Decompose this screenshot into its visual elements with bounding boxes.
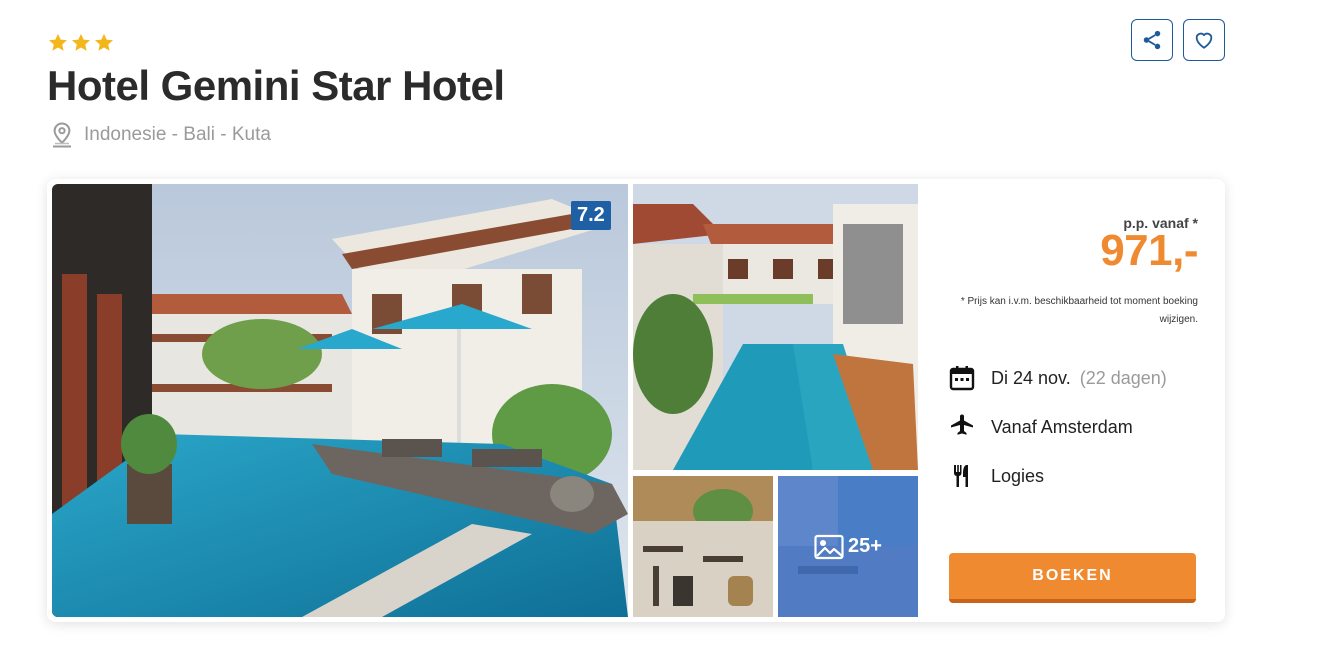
calendar-icon	[949, 365, 975, 391]
review-score-badge: 7.2	[571, 201, 611, 230]
cutlery-icon	[949, 463, 975, 489]
hotel-card: 7.2 25+ p.p. vanaf * 971,- * Prijs kan i…	[47, 179, 1225, 622]
location: Indonesie - Bali - Kuta	[50, 122, 271, 148]
departure-airport-row: Vanaf Amsterdam	[949, 414, 1133, 440]
location-text: Indonesie - Bali - Kuta	[84, 124, 271, 145]
trip-duration: (22 dagen)	[1079, 367, 1167, 388]
hotel-restaurant-photo[interactable]	[633, 476, 773, 617]
board-type-row: Logies	[949, 463, 1044, 489]
hotel-pool-photo[interactable]	[633, 184, 918, 470]
price-amount: 971,-	[1100, 226, 1198, 275]
star-icon	[93, 32, 115, 54]
hotel-main-photo[interactable]	[52, 184, 628, 617]
star-rating	[47, 32, 115, 54]
more-photos-count: 25+	[848, 535, 882, 557]
map-pin-icon	[50, 122, 74, 148]
departure-date: Di 24 nov.	[991, 367, 1071, 388]
favorite-button[interactable]	[1183, 19, 1225, 61]
share-icon	[1141, 29, 1163, 51]
departure-date-row: Di 24 nov. (22 dagen)	[949, 365, 1167, 391]
star-icon	[70, 32, 92, 54]
airplane-icon	[949, 414, 975, 440]
share-button[interactable]	[1131, 19, 1173, 61]
star-icon	[47, 32, 69, 54]
heart-icon	[1193, 29, 1215, 51]
price-disclaimer: * Prijs kan i.v.m. beschikbaarheid tot m…	[960, 296, 1198, 325]
image-gallery-icon	[814, 534, 844, 560]
price-block: p.p. vanaf * 971,-	[1100, 215, 1198, 275]
board-type: Logies	[991, 465, 1045, 486]
book-button[interactable]: BOEKEN	[949, 553, 1196, 603]
departure-airport: Vanaf Amsterdam	[991, 416, 1133, 437]
hotel-title: Hotel Gemini Star Hotel	[47, 62, 505, 109]
more-photos-button[interactable]: 25+	[778, 476, 918, 617]
